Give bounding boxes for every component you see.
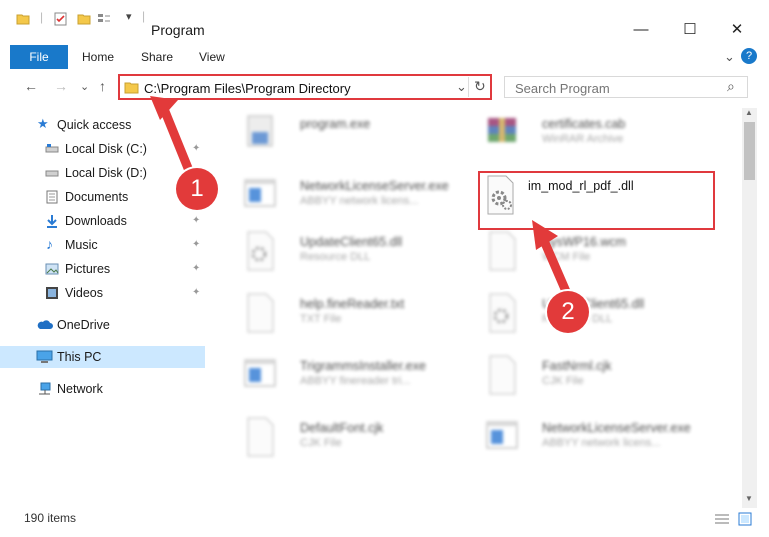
status-bar: 190 items bbox=[0, 507, 769, 537]
annotation-arrows bbox=[150, 96, 573, 301]
step-2-badge: 2 bbox=[547, 291, 589, 333]
arrow-1 bbox=[157, 99, 197, 183]
item-count: 190 items bbox=[24, 511, 77, 525]
large-icons-view-icon[interactable] bbox=[738, 512, 752, 526]
step-1-badge: 1 bbox=[176, 168, 218, 210]
arrow-2 bbox=[537, 231, 573, 301]
details-view-icon[interactable] bbox=[714, 513, 730, 525]
